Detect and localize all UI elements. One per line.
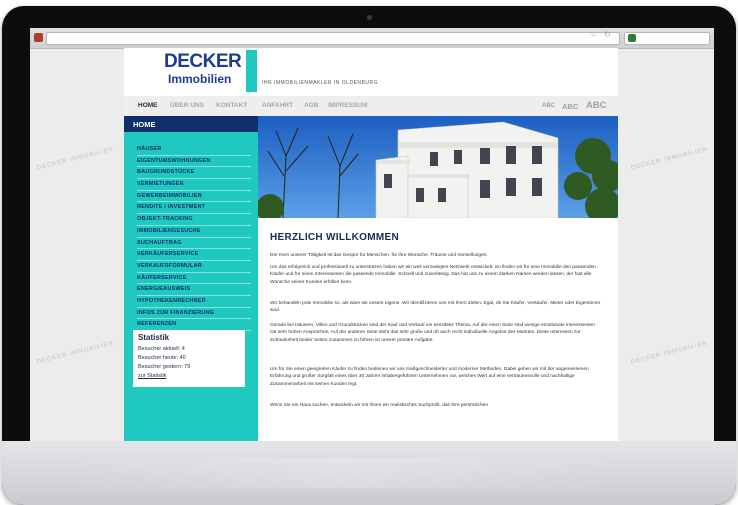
top-navigation: HOME ÜBER UNS KONTAKT ANFAHRT AGB IMPRES… — [124, 96, 618, 117]
search-engine-icon[interactable] — [628, 34, 636, 42]
nav-ueber-uns[interactable]: ÜBER UNS — [170, 102, 204, 109]
website-page: DECKER Immobilien IHR IMMOBILIENMAKLER I… — [124, 48, 618, 441]
hero-image-villa — [258, 116, 618, 218]
main-content: HERZLICH WILLKOMMEN Der Kern unserer Tät… — [258, 218, 618, 441]
content-paragraph: Gerade bei Häusern, Villen und Grundstüc… — [270, 323, 595, 343]
browser-app-icon[interactable] — [34, 33, 43, 42]
content-paragraph: Um das erfolgreich und professionell zu … — [270, 265, 596, 285]
site-header: DECKER Immobilien IHR IMMOBILIENMAKLER I… — [124, 48, 618, 96]
sidebar: HOME HÄUSER EIGENTUMSWOHNUNGEN BAUGRUNDS… — [124, 116, 258, 441]
site-tagline: IHR IMMOBILIENMAKLER IN OLDENBURG — [262, 80, 378, 86]
statistics-link[interactable]: zur Statistik — [138, 373, 166, 379]
sidebar-item-verkaeuferservice[interactable]: VERKÄUFERSERVICE — [137, 249, 251, 261]
screen: ☆ ↻ DECKER IMMOBILIEN DECKER IMMOBILIEN … — [30, 28, 714, 441]
sidebar-item-gewerbeimmobilien[interactable]: GEWERBEIMMOBILIEN — [137, 191, 251, 203]
nav-agb[interactable]: AGB — [304, 102, 318, 109]
statistics-box: Statistik Besucher aktuell: 4 Besucher h… — [133, 330, 245, 387]
sidebar-item-objekt-tracking[interactable]: OBJEKT-TRACKING — [137, 214, 251, 226]
nav-kontakt[interactable]: KONTAKT — [216, 102, 247, 109]
sidebar-home[interactable]: HOME — [124, 116, 258, 132]
sidebar-item-hypothekenrechner[interactable]: HYPOTHEKENRECHNER — [137, 296, 251, 308]
nav-anfahrt[interactable]: ANFAHRT — [262, 102, 293, 109]
sidebar-item-immobiliengesuche[interactable]: IMMOBILIENGESUCHE — [137, 226, 251, 238]
content-paragraph: Wir behandeln jede Immobilie so, als wär… — [270, 301, 601, 314]
sidebar-item-energieausweis[interactable]: ENERGIEAUSWEIS — [137, 284, 251, 296]
watermark-text: DECKER IMMOBILIEN — [630, 146, 709, 172]
content-paragraph: Der Kern unserer Tätigkeit ist das Gespü… — [270, 253, 488, 258]
sidebar-menu: HÄUSER EIGENTUMSWOHNUNGEN BAUGRUNDSTÜCKE… — [137, 144, 251, 331]
sidebar-item-finanzierung[interactable]: INFOS ZUR FINANZIERUNG — [137, 308, 251, 320]
font-size-large-button[interactable]: ABC — [586, 100, 607, 111]
watermark-text: DECKER IMMOBILIEN — [36, 340, 115, 366]
content-paragraph: Um für Sie einen geeigneten Käufer zu fi… — [270, 367, 589, 387]
sidebar-item-verkaufsformular[interactable]: VERKAUFSFORMULAR — [137, 261, 251, 273]
nav-home[interactable]: HOME — [138, 102, 158, 109]
statistics-title: Statistik — [138, 333, 170, 342]
watermark-text: DECKER IMMOBILIEN — [36, 146, 115, 172]
browser-toolbar: ☆ ↻ — [30, 28, 714, 49]
font-size-medium-button[interactable]: ABC — [562, 102, 578, 111]
visitors-current: Besucher aktuell: 4 — [138, 346, 185, 352]
visitors-yesterday: Besucher gestern: 79 — [138, 364, 191, 370]
nav-impressum[interactable]: IMPRESSUM — [328, 102, 367, 109]
sidebar-item-eigentumswohnungen[interactable]: EIGENTUMSWOHNUNGEN — [137, 156, 251, 168]
watermark-text: DECKER IMMOBILIEN — [630, 340, 709, 366]
sidebar-item-suchauftrag[interactable]: SUCHAUFTRAG — [137, 238, 251, 250]
scene: ☆ ↻ DECKER IMMOBILIEN DECKER IMMOBILIEN … — [0, 0, 738, 505]
reload-icon[interactable]: ↻ — [604, 30, 611, 39]
logo-accent-bar — [246, 50, 257, 92]
sidebar-item-haeuser[interactable]: HÄUSER — [137, 144, 251, 156]
welcome-heading: HERZLICH WILLKOMMEN — [270, 232, 400, 243]
sidebar-item-kaeuferservice[interactable]: KÄUFERSERVICE — [137, 273, 251, 285]
star-icon[interactable]: ☆ — [590, 30, 597, 39]
address-bar[interactable] — [46, 32, 620, 45]
visitors-today: Besucher heute: 40 — [138, 355, 186, 361]
font-size-small-button[interactable]: ABC — [542, 103, 555, 109]
sidebar-item-rendite-investment[interactable]: RENDITE / INVESTMENT — [137, 202, 251, 215]
sidebar-item-vermietungen[interactable]: VERMIETUNGEN — [137, 179, 251, 191]
chin-reflection — [62, 458, 622, 488]
content-paragraph: Wenn Sie ein Haus suchen, entwickeln wir… — [270, 403, 489, 408]
imac-monitor: ☆ ↻ DECKER IMMOBILIEN DECKER IMMOBILIEN … — [2, 6, 736, 505]
sidebar-home-label: HOME — [133, 120, 156, 129]
logo-subline[interactable]: Immobilien — [168, 72, 231, 86]
sidebar-item-baugrundstuecke[interactable]: BAUGRUNDSTÜCKE — [137, 167, 251, 180]
search-box[interactable] — [624, 32, 710, 45]
camera-icon — [367, 15, 372, 20]
logo-wordmark[interactable]: DECKER — [164, 51, 242, 73]
